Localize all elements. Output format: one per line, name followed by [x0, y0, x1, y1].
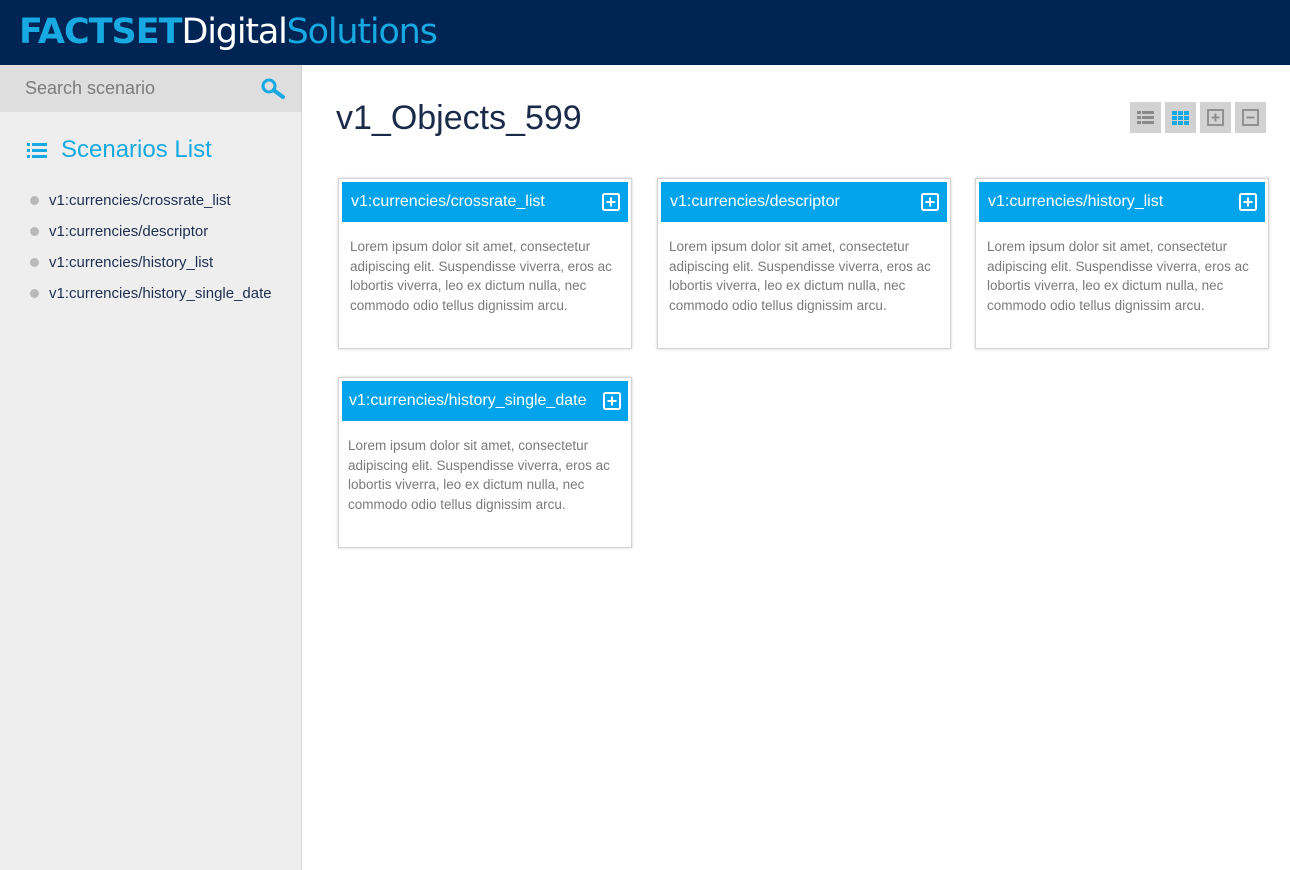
card-title: v1:currencies/descriptor — [670, 193, 840, 210]
logo-digital-text: Digital — [181, 12, 288, 52]
card-description: Lorem ipsum dolor sit amet, consectetur … — [987, 239, 1249, 313]
logo-factset-text: FACTSET — [19, 12, 183, 52]
list-view-button[interactable] — [1130, 102, 1161, 133]
card-title: v1:currencies/history_list — [988, 193, 1164, 210]
card-title: v1:currencies/crossrate_list — [351, 193, 545, 210]
scenario-card: v1:currencies/descriptor Lorem ipsum dol… — [657, 178, 951, 349]
card-header[interactable]: v1:currencies/descriptor — [661, 182, 947, 222]
bullet-icon — [30, 258, 39, 267]
scenario-item-crossrate-list[interactable]: v1:currencies/crossrate_list — [30, 185, 272, 216]
bullet-icon — [30, 196, 39, 205]
scenario-list: v1:currencies/crossrate_list v1:currenci… — [30, 185, 272, 309]
scenario-item-label: v1:currencies/history_single_date — [49, 285, 272, 302]
scenario-item-label: v1:currencies/crossrate_list — [49, 192, 231, 209]
scenarios-list-title: Scenarios List — [61, 136, 212, 163]
card-header[interactable]: v1:currencies/history_single_date — [342, 381, 628, 421]
bullet-icon — [30, 289, 39, 298]
logo-solutions-text: Solutions — [286, 12, 438, 52]
card-title: v1:currencies/history_single_date — [349, 392, 587, 409]
card-header[interactable]: v1:currencies/history_list — [979, 182, 1265, 222]
scenario-item-label: v1:currencies/descriptor — [49, 223, 209, 240]
top-header-bar: FACTSET Digital Solutions — [0, 0, 1290, 65]
scenario-card: v1:currencies/crossrate_list Lorem ipsum… — [338, 178, 632, 349]
search-bar — [0, 65, 301, 112]
expand-all-button[interactable] — [1200, 102, 1231, 133]
plus-square-icon — [1207, 109, 1224, 126]
expand-icon[interactable] — [603, 392, 621, 410]
grid-view-icon — [1172, 110, 1189, 125]
minus-square-icon — [1242, 109, 1259, 126]
grid-view-button[interactable] — [1165, 102, 1196, 133]
collapse-all-button[interactable] — [1235, 102, 1266, 133]
factset-logo[interactable]: FACTSET Digital Solutions — [19, 10, 438, 54]
sidebar: Scenarios List v1:currencies/crossrate_l… — [0, 65, 302, 870]
expand-icon[interactable] — [921, 193, 939, 211]
main-content: v1_Objects_599 v1:currencies/crossrate_l… — [302, 65, 1290, 870]
scenario-card: v1:currencies/history_list Lorem ipsum d… — [975, 178, 1269, 349]
scenario-item-history-list[interactable]: v1:currencies/history_list — [30, 247, 272, 278]
list-view-icon — [1137, 111, 1154, 124]
bullet-icon — [30, 227, 39, 236]
expand-icon[interactable] — [1239, 193, 1257, 211]
scenario-item-descriptor[interactable]: v1:currencies/descriptor — [30, 216, 272, 247]
scenario-card: v1:currencies/history_single_date Lorem … — [338, 377, 632, 548]
card-header[interactable]: v1:currencies/crossrate_list — [342, 182, 628, 222]
scenario-item-label: v1:currencies/history_list — [49, 254, 214, 271]
scenarios-list-heading: Scenarios List — [27, 134, 212, 166]
card-description: Lorem ipsum dolor sit amet, consectetur … — [669, 239, 931, 313]
card-description: Lorem ipsum dolor sit amet, consectetur … — [348, 438, 610, 512]
search-input[interactable] — [0, 65, 250, 112]
card-description: Lorem ipsum dolor sit amet, consectetur … — [350, 239, 612, 313]
search-icon[interactable] — [260, 78, 286, 100]
expand-icon[interactable] — [602, 193, 620, 211]
list-icon — [27, 143, 47, 158]
view-controls — [1130, 102, 1270, 133]
scenario-item-history-single-date[interactable]: v1:currencies/history_single_date — [30, 278, 272, 309]
page-title: v1_Objects_599 — [336, 99, 582, 137]
